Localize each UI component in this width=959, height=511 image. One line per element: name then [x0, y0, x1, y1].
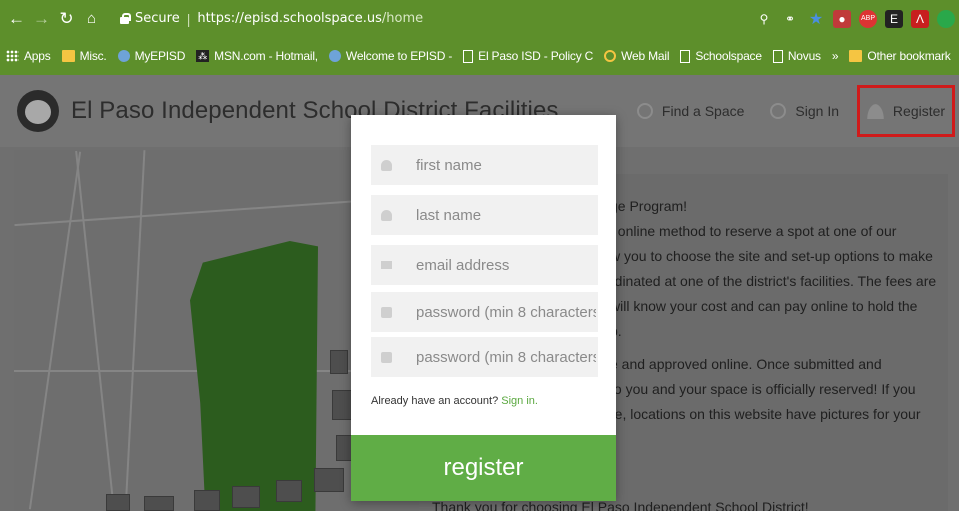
map-facility-marker[interactable] — [314, 468, 344, 492]
bookmark-policy[interactable]: El Paso ISD - Policy C — [463, 49, 593, 63]
map-facility-marker[interactable] — [106, 494, 130, 511]
address-divider: | — [186, 10, 191, 27]
email-field[interactable] — [371, 245, 598, 285]
map-road — [28, 151, 82, 510]
reload-icon[interactable]: ↻ — [54, 9, 79, 29]
key-icon[interactable]: ⚭ — [781, 10, 799, 28]
first-name-input[interactable] — [416, 156, 596, 174]
envelope-icon — [381, 261, 392, 269]
page-icon — [772, 49, 783, 63]
sign-in-prompt: Already have an account? Sign in. — [371, 395, 538, 407]
page-icon — [463, 49, 474, 63]
home-icon[interactable]: ⌂ — [79, 10, 104, 27]
address-bar[interactable]: Secure | https://episd.schoolspace.us/ho… — [103, 5, 959, 32]
folder-icon — [849, 50, 863, 62]
bookmark-misc[interactable]: Misc. — [61, 49, 107, 63]
forward-arrow-icon[interactable]: → — [29, 9, 54, 29]
map-park-area — [190, 241, 318, 511]
last-name-field[interactable] — [371, 195, 598, 235]
info-line: re, locations on this website have pictu… — [610, 406, 921, 422]
sign-in-link[interactable]: Sign in. — [501, 395, 538, 407]
bookmark-myepisd[interactable]: MyEPISD — [117, 49, 185, 63]
folder-icon — [61, 50, 75, 62]
info-line: ge Program! — [610, 198, 688, 214]
add-user-icon — [866, 103, 884, 119]
register-button[interactable]: register — [351, 435, 616, 501]
browser-toolbar: ← → ↻ ⌂ Secure | https://episd.schoolspa… — [0, 0, 959, 37]
lock-icon — [381, 351, 392, 363]
confirm-password-field[interactable] — [371, 337, 598, 377]
first-name-field[interactable] — [371, 145, 598, 185]
password-input[interactable] — [416, 303, 596, 321]
bookmark-star-icon[interactable]: ★ — [807, 10, 825, 28]
bookmark-msn[interactable]: ⁂ MSN.com - Hotmail, — [196, 49, 318, 63]
info-line: to you and your space is officially rese… — [610, 381, 916, 397]
map-facility-marker[interactable] — [194, 490, 220, 511]
info-line: will know your cost and can pay online t… — [610, 298, 918, 314]
pdf-icon[interactable]: Λ — [911, 9, 929, 28]
map-road — [124, 150, 146, 511]
bookmark-other[interactable]: Other bookmark — [849, 49, 951, 63]
info-line: , online method to reserve a spot at one… — [610, 223, 897, 239]
last-name-input[interactable] — [416, 206, 596, 224]
map-facility-marker[interactable] — [232, 486, 260, 508]
bookmarks-bar: Apps Misc. MyEPISD ⁂ MSN.com - Hotmail, W… — [0, 37, 959, 75]
extension-e-icon[interactable]: E — [885, 9, 903, 28]
register-link[interactable]: Register — [857, 85, 955, 137]
password-field[interactable] — [371, 292, 598, 332]
toolbar-icons: ⚲ ⚭ ★ ● ABP E Λ — [755, 5, 959, 32]
district-logo[interactable] — [17, 90, 59, 132]
lock-icon — [381, 306, 392, 318]
program-info-panel: ge Program! , online method to reserve a… — [432, 174, 948, 511]
info-line: w you to choose the site and set-up opti… — [610, 248, 933, 264]
zoom-icon[interactable]: ⚲ — [755, 10, 773, 28]
secure-label: Secure — [135, 11, 180, 26]
map-road — [75, 150, 115, 511]
globe-icon — [117, 50, 130, 62]
sign-in-link[interactable]: Sign In — [770, 103, 839, 119]
lock-icon — [119, 13, 131, 24]
email-input[interactable] — [416, 256, 596, 274]
adblock-icon[interactable]: ABP — [859, 9, 877, 28]
user-icon — [381, 159, 392, 171]
globe-icon — [604, 50, 617, 62]
msn-icon: ⁂ — [196, 50, 210, 62]
info-line: rdinated at one of the district's facili… — [610, 273, 937, 289]
user-icon — [381, 209, 392, 221]
site-nav: Find a Space Sign In Register — [636, 75, 959, 147]
info-line: p. — [610, 319, 938, 344]
url-text[interactable]: https://episd.schoolspace.us/home — [197, 11, 423, 26]
map-facility-marker[interactable] — [276, 480, 302, 502]
map-facility-marker[interactable] — [332, 390, 352, 420]
search-icon — [636, 103, 653, 119]
bookmarks-overflow-button[interactable]: » — [832, 49, 839, 63]
map-facility-marker[interactable] — [330, 350, 348, 374]
extension-shield-icon[interactable]: ● — [833, 9, 851, 28]
confirm-password-input[interactable] — [416, 348, 596, 366]
globe-icon — [328, 50, 341, 62]
map-facility-marker[interactable] — [144, 496, 174, 511]
bookmark-welcome-episd[interactable]: Welcome to EPISD - — [328, 49, 452, 63]
key-search-icon — [770, 103, 787, 119]
bookmark-apps[interactable]: Apps — [6, 49, 51, 63]
already-account-text: Already have an account? — [371, 395, 499, 407]
register-modal: Already have an account? Sign in. regist… — [351, 115, 616, 501]
find-space-link[interactable]: Find a Space — [636, 103, 744, 119]
back-arrow-icon[interactable]: ← — [4, 9, 29, 29]
bookmark-novus[interactable]: Novus — [772, 49, 821, 63]
extension-green-icon[interactable] — [937, 9, 955, 28]
bookmark-schoolspace[interactable]: Schoolspace — [680, 49, 762, 63]
apps-icon — [6, 50, 19, 62]
page-icon — [680, 49, 691, 63]
info-line: e and approved online. Once submitted an… — [610, 356, 882, 372]
bookmark-webmail[interactable]: Web Mail — [604, 49, 670, 63]
